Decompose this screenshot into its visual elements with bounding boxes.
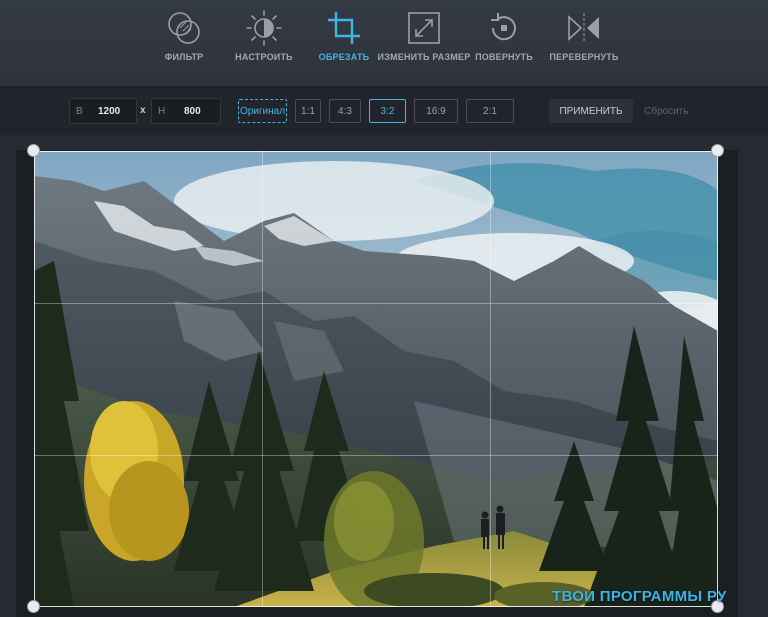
mountain-landscape-image (34, 151, 718, 607)
tool-flip[interactable]: ПЕРЕВЕРНУТЬ (529, 8, 639, 72)
crop-handle-top-left[interactable] (27, 144, 40, 157)
adjust-icon (244, 8, 284, 48)
tool-rotate-label: ПОВЕРНУТЬ (475, 52, 533, 62)
apply-button[interactable]: ПРИМЕНИТЬ (549, 99, 633, 123)
grid-line-vertical-2 (490, 151, 491, 607)
height-field-key: H (158, 105, 166, 117)
tool-flip-label: ПЕРЕВЕРНУТЬ (549, 52, 619, 62)
ratio-original-button[interactable]: Оригинал (238, 99, 287, 123)
crop-options-bar: В 1200 x H 800 Оригинал 1:1 4:3 3:2 16:9… (0, 87, 768, 135)
photo-preview (34, 151, 718, 607)
height-field[interactable]: H 800 (151, 98, 221, 124)
ratio-3-2-button[interactable]: 3:2 (369, 99, 406, 123)
crop-handle-top-right[interactable] (711, 144, 724, 157)
crop-icon (324, 8, 364, 48)
width-field-key: В (76, 105, 83, 117)
tool-adjust-label: НАСТРОИТЬ (235, 52, 293, 62)
ratio-2-1-button[interactable]: 2:1 (466, 99, 514, 123)
editor-toolbar: ФИЛЬТР НАСТРОИТЬ ОБРЕЗАТЬ ИЗМЕНИТЬ РАЗМЕ… (0, 0, 768, 87)
watermark-text: ТВОИ ПРОГРАММЫ РУ (552, 588, 727, 605)
resize-icon (404, 8, 444, 48)
tool-filter-label: ФИЛЬТР (164, 52, 204, 62)
ratio-4-3-button[interactable]: 4:3 (329, 99, 361, 123)
crop-handle-bottom-left[interactable] (27, 600, 40, 613)
ratio-1-1-button[interactable]: 1:1 (295, 99, 321, 123)
tool-crop-label: ОБРЕЗАТЬ (318, 52, 370, 62)
width-field-value: 1200 (98, 105, 121, 117)
rotate-icon (484, 8, 524, 48)
filter-icon (164, 8, 204, 48)
height-field-value: 800 (184, 105, 201, 117)
reset-button[interactable]: Сбросить (644, 106, 688, 117)
width-field[interactable]: В 1200 (69, 98, 137, 124)
grid-line-horizontal-2 (34, 455, 718, 456)
grid-line-horizontal-1 (34, 303, 718, 304)
flip-icon (564, 8, 604, 48)
dimension-separator: x (140, 105, 146, 116)
grid-line-vertical-1 (262, 151, 263, 607)
ratio-16-9-button[interactable]: 16:9 (414, 99, 458, 123)
